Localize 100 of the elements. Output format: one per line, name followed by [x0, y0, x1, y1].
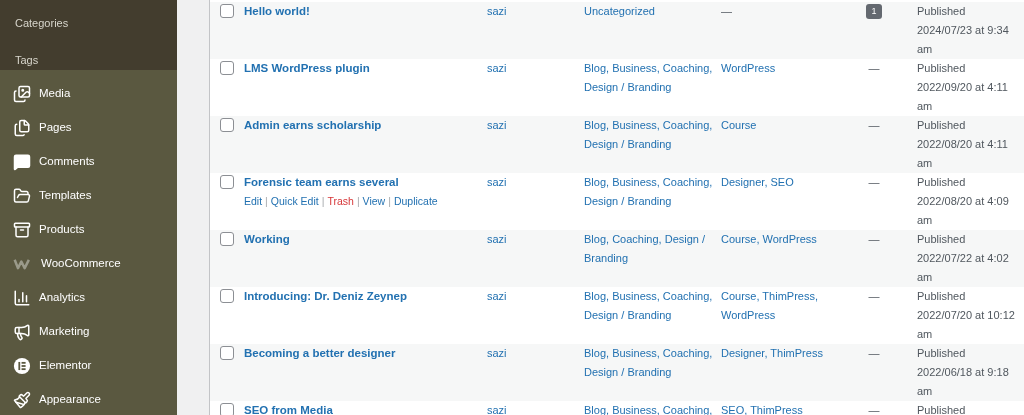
tags-link[interactable]: Designer, SEO — [721, 173, 825, 192]
date-text: Published — [917, 289, 967, 304]
post-title-link[interactable]: Becoming a better designer — [244, 344, 396, 363]
archive-icon — [13, 221, 31, 239]
author-link[interactable]: sazi — [487, 233, 507, 245]
checkbox[interactable] — [220, 118, 234, 132]
separator: | — [388, 194, 391, 209]
date-text: 2024/07/23 at 9:34 — [917, 23, 1009, 38]
checkbox[interactable] — [220, 346, 234, 360]
date-text: am — [917, 42, 934, 57]
tags-link[interactable]: WordPress — [721, 59, 825, 78]
separator: | — [356, 194, 360, 209]
no-comments-dash: — — [868, 118, 880, 133]
date-text: Published — [917, 118, 967, 133]
checkbox[interactable] — [220, 289, 234, 303]
tags-link[interactable]: Designer, ThimPress — [721, 344, 825, 363]
no-comments-dash: — — [868, 403, 880, 415]
no-comments-dash: — — [868, 289, 880, 304]
date-text: 2022/08/20 at 4:11 — [917, 137, 1008, 152]
categories-link[interactable]: Uncategorized — [584, 2, 713, 21]
megaphone-icon — [13, 323, 31, 341]
categories-link[interactable]: Blog, Business, Coaching, Design / Branding — [584, 287, 713, 325]
images-icon — [13, 85, 31, 103]
date-text: Published — [917, 346, 967, 361]
menu-item[interactable]: Pages — [0, 111, 177, 145]
date-text: am — [917, 384, 934, 399]
row-action-link[interactable]: Edit — [244, 192, 263, 211]
author-link[interactable]: sazi — [487, 119, 507, 131]
separator: | — [321, 194, 325, 209]
date-text: Published — [917, 4, 967, 19]
author-link[interactable]: sazi — [487, 347, 507, 359]
pages-icon — [13, 119, 31, 137]
author-link[interactable]: sazi — [487, 404, 507, 415]
categories-link[interactable]: Blog, Business, Coaching, Design / Branding — [584, 59, 713, 97]
date-text: 2022/09/20 at 4:11 — [917, 80, 1008, 95]
menu-item[interactable]: Comments — [0, 145, 177, 179]
author-link[interactable]: sazi — [487, 290, 507, 302]
checkbox[interactable] — [220, 4, 234, 18]
elementor-logo-icon — [13, 357, 31, 375]
menu-item[interactable]: Appearance — [0, 383, 177, 415]
menu-item[interactable]: Elementor — [0, 349, 177, 383]
menu-item[interactable]: Templates — [0, 179, 177, 213]
date-text: am — [917, 99, 934, 114]
folder-icon — [13, 187, 31, 205]
no-comments-dash: — — [868, 175, 880, 190]
post-title-link[interactable]: Admin earns scholarship — [244, 116, 382, 135]
post-title-link[interactable]: Working — [244, 230, 290, 249]
date-text: am — [917, 270, 934, 285]
bar-chart-icon — [13, 289, 31, 307]
row-action-link[interactable]: Trash — [327, 192, 354, 211]
date-text: Published — [917, 175, 967, 190]
menu-item[interactable]: Products — [0, 213, 177, 247]
no-comments-dash: — — [868, 232, 880, 247]
date-text: 2022/06/18 at 9:18 — [917, 365, 1009, 380]
row-action-link[interactable]: Duplicate — [393, 192, 438, 211]
no-comments-dash: — — [868, 61, 880, 76]
no-comments-dash: — — [868, 346, 880, 361]
checkbox[interactable] — [220, 232, 234, 246]
tags-link[interactable]: Course — [721, 116, 825, 135]
categories-link[interactable]: Blog, Coaching, Design / Branding — [584, 230, 713, 268]
date-text: Published — [917, 403, 966, 415]
post-title-link[interactable]: Hello world! — [244, 2, 310, 21]
menu-item[interactable]: Analytics — [0, 281, 177, 315]
author-link[interactable]: sazi — [487, 62, 507, 74]
row-action-link[interactable]: View — [362, 192, 386, 211]
submenu-item[interactable]: Tags — [15, 51, 39, 70]
categories-link[interactable]: Blog, Business, Coaching, Design / Branding — [584, 116, 713, 154]
menu-item[interactable]: WooCommerce — [0, 247, 177, 281]
checkbox[interactable] — [220, 61, 234, 75]
menu-item[interactable]: Media — [0, 77, 177, 111]
tags-link[interactable]: Course, WordPress — [721, 230, 825, 249]
comment-icon — [13, 153, 31, 171]
separator: | — [265, 194, 268, 209]
post-title-link[interactable]: SEO from Media — [244, 401, 333, 415]
author-link[interactable]: sazi — [487, 176, 507, 188]
tags-link[interactable]: Course, ThimPress, WordPress — [721, 287, 825, 325]
menu-item[interactable]: Marketing — [0, 315, 177, 349]
comment-count-bubble[interactable]: 1 — [866, 4, 882, 19]
categories-link[interactable]: Blog, Business, Coaching, Design / Branding — [584, 173, 713, 211]
post-title-link[interactable]: Forensic team earns several — [244, 173, 399, 192]
checkbox[interactable] — [220, 175, 234, 189]
date-text: 2022/08/20 at 4:09 — [917, 194, 1009, 209]
tags-link[interactable]: SEO, ThimPress — [721, 401, 825, 415]
date-text: 2022/07/20 at 10:12 — [917, 308, 1015, 323]
row-action-link[interactable]: Quick Edit — [270, 192, 319, 211]
categories-link[interactable]: Blog, Business, Coaching, Design / Branding — [584, 344, 713, 382]
post-title-link[interactable]: Introducing: Dr. Deniz Zeynep — [244, 287, 407, 306]
submenu-item[interactable]: Categories — [15, 14, 69, 33]
checkbox[interactable] — [220, 403, 234, 415]
date-text: am — [917, 213, 934, 228]
date-text: am — [917, 327, 934, 342]
date-text: Published — [917, 232, 967, 247]
date-text: 2022/07/22 at 4:02 — [917, 251, 1009, 266]
post-title-link[interactable]: LMS WordPress plugin — [244, 59, 370, 78]
author-link[interactable]: sazi — [487, 5, 507, 17]
date-text: am — [917, 156, 934, 171]
paintbrush-icon — [13, 391, 31, 409]
w-logo-icon — [13, 258, 33, 270]
date-text: Published — [917, 61, 967, 76]
tags-link[interactable]: — — [721, 5, 732, 17]
